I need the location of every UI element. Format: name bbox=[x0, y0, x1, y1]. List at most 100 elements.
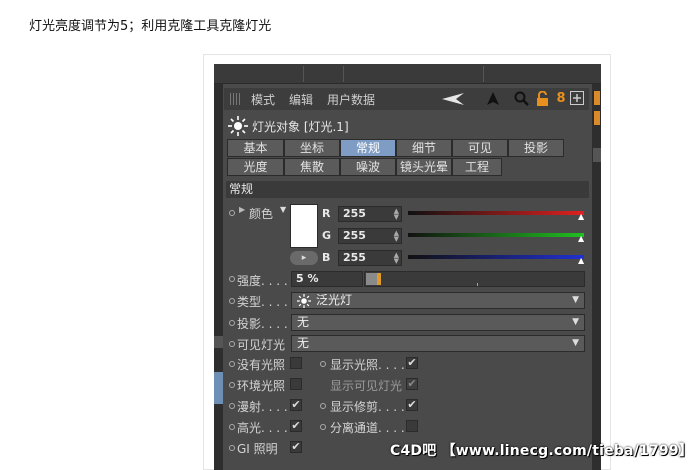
spinner-icon[interactable]: ▲ ▼ bbox=[394, 230, 399, 243]
gi-illumination-label: GI 照明 bbox=[237, 442, 278, 456]
color-swatch[interactable] bbox=[290, 204, 318, 248]
tab-visibility[interactable]: 可见 bbox=[452, 139, 508, 157]
intensity-value: 5 % bbox=[296, 272, 319, 285]
tab-photometric[interactable]: 光度 bbox=[227, 158, 284, 176]
channel-g-value: 255 bbox=[343, 229, 366, 242]
menu-mode[interactable]: 模式 bbox=[251, 91, 275, 108]
tab-coordinates[interactable]: 坐标 bbox=[284, 139, 340, 157]
right-edge-tab[interactable] bbox=[593, 90, 601, 106]
animation-dot[interactable] bbox=[229, 341, 235, 347]
shadow-dropdown[interactable]: 无 ▼ bbox=[291, 314, 585, 331]
type-value: 泛光灯 bbox=[316, 293, 353, 307]
spinner-icon[interactable]: ▲ ▼ bbox=[394, 208, 399, 221]
toolbar-segment bbox=[304, 66, 344, 82]
intensity-slider[interactable] bbox=[364, 271, 585, 287]
menu-user-data[interactable]: 用户数据 bbox=[327, 91, 375, 108]
tab-shadow[interactable]: 投影 bbox=[508, 139, 564, 157]
tab-lens-flare[interactable]: 镜头光晕 bbox=[396, 158, 452, 176]
shadow-value: 无 bbox=[297, 315, 310, 329]
color-label: 颜色 bbox=[249, 207, 274, 221]
right-edge-tab[interactable] bbox=[593, 148, 601, 162]
intensity-knob[interactable] bbox=[377, 273, 381, 285]
new-panel-icon[interactable] bbox=[570, 91, 584, 105]
channel-r-label: R bbox=[322, 207, 331, 220]
animation-dot[interactable] bbox=[320, 424, 326, 430]
separate-pass-checkbox[interactable] bbox=[406, 420, 418, 432]
ambient-illumination-checkbox[interactable] bbox=[290, 378, 302, 390]
toolbar-segment bbox=[224, 66, 304, 82]
visible-light-dropdown[interactable]: 无 ▼ bbox=[291, 335, 585, 352]
channel-r-input[interactable]: 255 ▲ ▼ bbox=[338, 206, 402, 222]
separate-pass-label: 分离通道. . . . bbox=[330, 421, 405, 435]
object-name: 灯光对象 [灯光.1] bbox=[252, 120, 349, 134]
intensity-tick bbox=[477, 283, 478, 286]
tab-noise[interactable]: 噪波 bbox=[340, 158, 396, 176]
search-icon[interactable] bbox=[514, 91, 529, 106]
channel-g-input[interactable]: 255 ▲ ▼ bbox=[338, 228, 402, 244]
specular-label: 高光. . . . bbox=[237, 421, 288, 435]
intensity-input[interactable]: 5 % bbox=[291, 271, 363, 287]
page-caption: 灯光亮度调节为5；利用克隆工具克隆灯光 bbox=[29, 19, 272, 34]
show-visible-light-checkbox[interactable]: ✔ bbox=[406, 378, 418, 390]
diffuse-checkbox[interactable]: ✔ bbox=[290, 399, 302, 411]
animation-dot[interactable] bbox=[229, 298, 235, 304]
show-illumination-label: 显示光照. . . . bbox=[330, 358, 405, 372]
cursor-arrow-icon[interactable] bbox=[486, 92, 500, 106]
back-arrow-icon[interactable] bbox=[442, 92, 464, 106]
animation-dot[interactable] bbox=[229, 445, 235, 451]
animation-dot[interactable] bbox=[229, 361, 235, 367]
shadow-label: 投影. . . . bbox=[237, 317, 288, 331]
slider-knob-icon[interactable]: ▲ bbox=[578, 234, 584, 243]
slider-knob-icon[interactable]: ▲ bbox=[578, 212, 584, 221]
expand-triangle-icon[interactable]: ▶ bbox=[239, 205, 245, 214]
chevron-down-icon: ▼ bbox=[572, 295, 579, 305]
slider-knob-icon[interactable]: ▲ bbox=[578, 256, 584, 265]
show-clipping-checkbox[interactable]: ✔ bbox=[406, 399, 418, 411]
no-illumination-checkbox[interactable] bbox=[290, 357, 302, 369]
channel-g-slider[interactable] bbox=[408, 233, 584, 237]
animation-dot[interactable] bbox=[320, 361, 326, 367]
color-expand-button[interactable]: ▸ bbox=[290, 251, 318, 265]
channel-b-input[interactable]: 255 ▲ ▼ bbox=[338, 250, 402, 266]
animation-dot[interactable] bbox=[229, 320, 235, 326]
link-icon[interactable]: 8 bbox=[553, 91, 569, 106]
channel-b-value: 255 bbox=[343, 251, 366, 264]
color-menu-icon[interactable]: ▼ bbox=[280, 205, 286, 214]
ambient-illumination-label: 环境光照 bbox=[237, 379, 286, 393]
tab-project[interactable]: 工程 bbox=[452, 158, 502, 176]
omni-light-icon bbox=[297, 294, 311, 308]
channel-r-slider[interactable] bbox=[408, 211, 584, 215]
type-dropdown[interactable]: 泛光灯 ▼ bbox=[291, 292, 585, 309]
diffuse-label: 漫射. . . . bbox=[237, 400, 288, 414]
grip-handle-icon[interactable] bbox=[230, 93, 242, 105]
tab-caustics[interactable]: 焦散 bbox=[284, 158, 340, 176]
animation-dot[interactable] bbox=[229, 210, 235, 216]
channel-b-label: B bbox=[322, 251, 331, 264]
tab-details[interactable]: 细节 bbox=[396, 139, 452, 157]
animation-dot[interactable] bbox=[229, 424, 235, 430]
animation-dot[interactable] bbox=[229, 403, 235, 409]
animation-dot[interactable] bbox=[229, 382, 235, 388]
tab-general[interactable]: 常规 bbox=[340, 139, 396, 157]
specular-checkbox[interactable]: ✔ bbox=[290, 420, 302, 432]
right-panel-edge bbox=[592, 84, 601, 470]
menu-edit[interactable]: 编辑 bbox=[289, 91, 313, 108]
lock-icon[interactable] bbox=[536, 91, 549, 107]
gutter-highlight bbox=[214, 372, 223, 404]
spinner-icon[interactable]: ▲ ▼ bbox=[394, 252, 399, 265]
channel-b-slider[interactable] bbox=[408, 255, 584, 259]
animation-dot[interactable] bbox=[320, 403, 326, 409]
section-header-general: 常规 bbox=[226, 181, 589, 198]
animation-dot[interactable] bbox=[229, 276, 235, 282]
chevron-down-icon: ▼ bbox=[572, 317, 579, 327]
attribute-menubar: 模式 编辑 用户数据 8 bbox=[224, 88, 589, 110]
right-edge-tab[interactable] bbox=[593, 110, 601, 126]
channel-r-value: 255 bbox=[343, 207, 366, 220]
show-illumination-checkbox[interactable]: ✔ bbox=[406, 357, 418, 369]
tab-basic[interactable]: 基本 bbox=[227, 139, 284, 157]
show-clipping-label: 显示修剪. . . . bbox=[330, 400, 405, 414]
intensity-label: 强度. . . . bbox=[237, 274, 288, 288]
left-gutter bbox=[214, 84, 223, 470]
intensity-fill bbox=[366, 273, 377, 285]
gi-illumination-checkbox[interactable]: ✔ bbox=[290, 441, 302, 453]
